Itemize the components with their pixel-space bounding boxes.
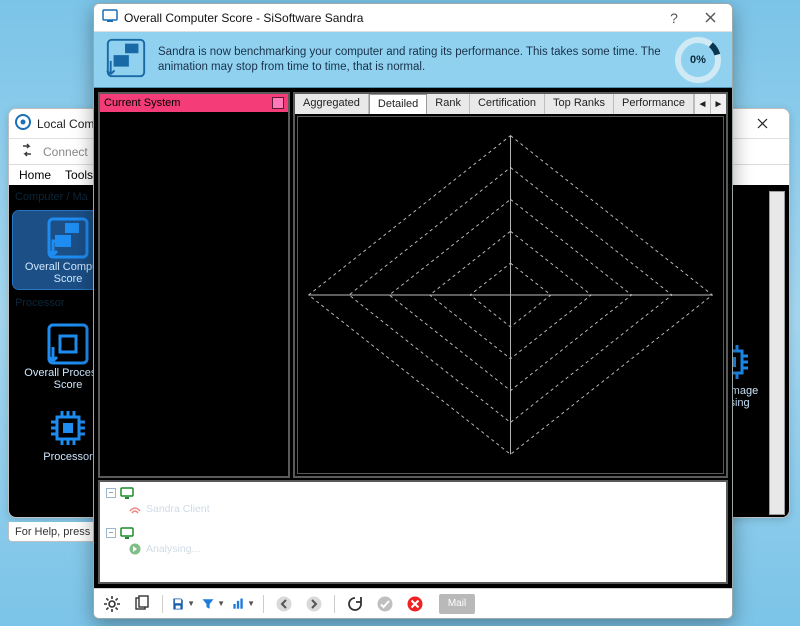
settings-button[interactable] — [100, 592, 124, 616]
info-banner: Sandra is now benchmarking your computer… — [94, 32, 732, 88]
collapse-icon[interactable]: − — [106, 488, 116, 498]
benchmark-titlebar: Overall Computer Score - SiSoftware Sand… — [94, 4, 732, 32]
legend-title: Current System — [104, 97, 180, 109]
collapse-icon[interactable]: − — [106, 528, 116, 538]
legend-header: Current System — [100, 94, 288, 112]
tab-certification[interactable]: Certification — [470, 94, 545, 114]
nav-back-button[interactable] — [272, 592, 296, 616]
mail-button[interactable]: Mail — [439, 594, 475, 614]
benchmark-body: Current System Aggregated Detailed Rank … — [94, 88, 732, 588]
connect-icon — [19, 142, 35, 161]
connect-label[interactable]: Connect — [43, 145, 88, 159]
benchmark-app-icon — [102, 8, 118, 27]
menu-home[interactable]: Home — [19, 168, 51, 182]
legend-color-swatch — [272, 97, 284, 109]
legend-panel: Current System — [98, 92, 290, 478]
nav-forward-button[interactable] — [302, 592, 326, 616]
chart-tabs: Aggregated Detailed Rank Certification T… — [295, 94, 726, 114]
tab-top-ranks[interactable]: Top Ranks — [545, 94, 614, 114]
parent-close-button[interactable] — [741, 110, 783, 138]
banner-message: Sandra is now benchmarking your computer… — [158, 45, 664, 75]
benchmark-window: Overall Computer Score - SiSoftware Sand… — [93, 3, 733, 619]
mail-label: Mail — [448, 598, 466, 609]
monitor-icon — [120, 526, 134, 540]
tabs-scroll-left[interactable]: ◄ — [694, 94, 710, 114]
tree-node-label: Engine — [138, 487, 172, 499]
filter-dropdown[interactable]: ▼ — [201, 592, 225, 616]
tree-child-label: Sandra Client — [146, 503, 210, 515]
tabs-scroll-right[interactable]: ► — [710, 94, 726, 114]
content-scrollbar[interactable] — [769, 191, 785, 515]
tree-node-engine[interactable]: − Engine — [106, 486, 257, 500]
apply-button[interactable] — [373, 592, 397, 616]
cancel-button[interactable] — [403, 592, 427, 616]
close-button[interactable] — [692, 5, 728, 31]
menu-tools[interactable]: Tools — [65, 168, 93, 182]
arrow-right-icon — [128, 542, 142, 556]
tree-child-analysing: Analysing... — [128, 542, 257, 556]
tree-child-sandra-client: Sandra Client — [128, 502, 257, 516]
tab-detailed[interactable]: Detailed — [369, 94, 427, 114]
tree-node-overall-processor-score[interactable]: − Overall Processor Score — [106, 526, 257, 540]
tab-performance[interactable]: Performance — [614, 94, 694, 114]
status-dot-icon — [128, 502, 142, 516]
sidebar-item-label: Processor — [43, 451, 93, 463]
chart-panel: Aggregated Detailed Rank Certification T… — [293, 92, 728, 478]
tab-aggregated[interactable]: Aggregated — [295, 94, 369, 114]
chart-type-dropdown[interactable]: ▼ — [231, 592, 255, 616]
help-button[interactable]: ? — [656, 5, 692, 31]
benchmark-toolbar: ▼ ▼ ▼ Mail — [94, 588, 732, 618]
tree-node-label: Overall Processor Score — [138, 527, 257, 539]
radar-chart — [297, 116, 724, 474]
refresh-button[interactable] — [343, 592, 367, 616]
save-dropdown[interactable]: ▼ — [171, 592, 195, 616]
monitor-icon — [120, 486, 134, 500]
app-icon — [15, 114, 31, 133]
progress-percent: 0% — [674, 36, 722, 84]
tree-child-label: Analysing... — [146, 543, 200, 555]
status-tree: − Engine Sandra Client − Overall Process… — [98, 480, 728, 584]
copy-button[interactable] — [130, 592, 154, 616]
tab-rank[interactable]: Rank — [427, 94, 470, 114]
tree-right-label: Local Computer — [297, 488, 375, 500]
computer-icon — [104, 36, 148, 83]
progress-ring: 0% — [674, 36, 722, 84]
benchmark-window-title: Overall Computer Score - SiSoftware Sand… — [124, 11, 363, 25]
